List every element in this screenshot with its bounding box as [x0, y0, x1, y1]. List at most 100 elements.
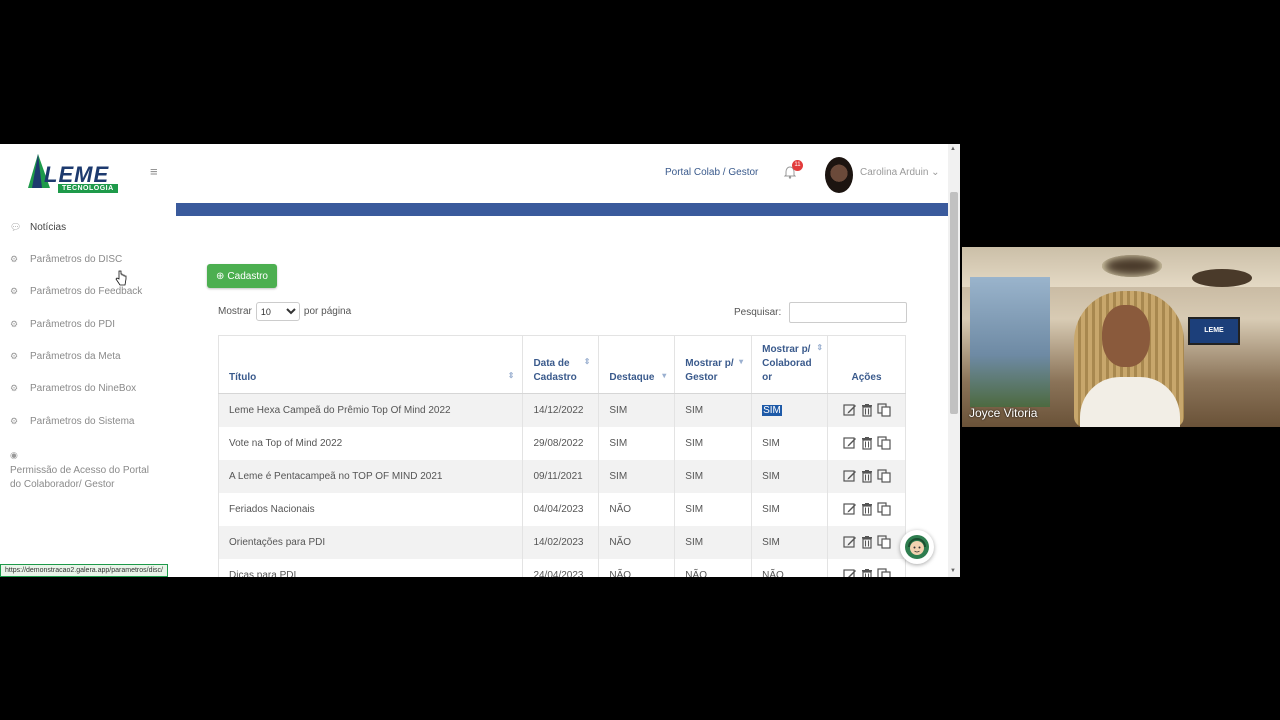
sidebar-item-label-line2: do Colaborador/ Gestor	[10, 479, 115, 490]
per-page-label: por página	[303, 306, 352, 317]
cell-date: 14/02/2023	[522, 525, 600, 559]
copy-icon[interactable]	[876, 502, 891, 516]
trash-icon[interactable]	[860, 535, 874, 549]
video-tv-logo-text: LEME	[1204, 327, 1224, 334]
per-page-select[interactable]: 10	[255, 302, 300, 321]
trash-icon[interactable]	[860, 469, 874, 483]
cell-collab: SIM	[751, 393, 829, 427]
column-collab-label-2: Colaborad	[762, 358, 812, 369]
cell-highlight-text: SIM	[609, 470, 628, 482]
row-actions	[838, 568, 895, 577]
cell-manager-text: SIM	[685, 470, 704, 482]
sidebar-item-label: Parâmetros do Feedback	[30, 286, 143, 297]
notification-badge: 11	[792, 160, 803, 171]
edit-icon[interactable]	[842, 469, 857, 483]
edit-icon[interactable]	[842, 568, 857, 577]
video-window-city	[970, 277, 1050, 407]
cell-date-text: 24/04/2023	[533, 569, 584, 578]
column-header-date[interactable]: Data de Cadastro ⇕	[522, 335, 600, 394]
help-chat-button[interactable]	[900, 530, 934, 564]
app-window: LEME TECNOLOGIA ≡ Portal Colab / Gestor …	[0, 144, 960, 577]
video-ceiling-light	[1192, 269, 1252, 287]
copy-icon[interactable]	[876, 535, 891, 549]
video-participant-tile[interactable]: LEME Joyce Vitoria	[962, 247, 1280, 427]
cell-highlight: SIM	[598, 393, 676, 427]
row-actions	[838, 436, 895, 450]
search-input[interactable]	[789, 302, 908, 323]
sidebar-item-noticias[interactable]: 💬︎ Notícias	[10, 222, 66, 233]
cell-highlight: NÃO	[598, 525, 676, 559]
sidebar-item-sistema[interactable]: ⚙ Parâmetros do Sistema	[10, 416, 135, 427]
cell-highlight-text: SIM	[609, 437, 628, 449]
column-header-actions: Ações	[827, 335, 906, 394]
sidebar-item-ninebox[interactable]: ⚙ Parametros do NineBox	[10, 383, 136, 394]
cell-highlight: SIM	[598, 459, 676, 493]
copy-icon[interactable]	[876, 568, 891, 577]
video-person-face	[1102, 305, 1150, 367]
row-actions	[838, 535, 895, 549]
trash-icon[interactable]	[860, 568, 874, 577]
cell-manager: SIM	[674, 459, 753, 493]
page-scrollbar[interactable]: ▲ ▼	[948, 144, 960, 577]
sort-icon: ⇕	[583, 357, 591, 366]
row-actions	[838, 403, 895, 417]
sidebar-item-label-line1: Permissão de Acesso do Portal	[10, 465, 149, 476]
copy-icon[interactable]	[876, 403, 891, 417]
cell-highlight-text: NÃO	[609, 503, 632, 515]
scrollbar-thumb[interactable]	[950, 192, 958, 414]
gears-icon: ⚙	[10, 416, 19, 426]
cell-date: 24/04/2023	[522, 558, 600, 578]
scroll-up-arrow-icon[interactable]: ▲	[950, 146, 956, 152]
user-menu[interactable]: Carolina Arduin ⌄	[860, 167, 940, 178]
cell-highlight: SIM	[598, 426, 676, 460]
sidebar-item-feedback[interactable]: ⚙ Parâmetros do Feedback	[10, 286, 142, 297]
chevron-down-icon: ⌄	[931, 167, 940, 178]
column-header-highlight[interactable]: Destaque ▾	[598, 335, 676, 394]
table-row: Leme Hexa Campeã do Prêmio Top Of Mind 2…	[217, 393, 906, 427]
hamburger-menu-icon[interactable]: ≡	[150, 165, 162, 178]
cell-title: Feriados Nacionais	[217, 492, 524, 526]
row-actions	[838, 469, 895, 483]
column-header-title[interactable]: Título ⇕	[217, 335, 524, 394]
cell-actions	[827, 558, 906, 577]
column-date-label-1: Data de	[533, 358, 570, 369]
trash-icon[interactable]	[860, 502, 874, 516]
avatar[interactable]	[825, 157, 853, 193]
cell-manager: NÃO	[674, 558, 753, 577]
trash-icon[interactable]	[860, 403, 874, 417]
cell-highlight: NÃO	[598, 558, 676, 577]
scroll-down-arrow-icon[interactable]: ▼	[950, 568, 956, 574]
search-label: Pesquisar:	[734, 307, 782, 318]
sidebar-item-disc[interactable]: ⚙ Parâmetros do DISC	[10, 254, 122, 265]
cell-title-text: Feriados Nacionais	[229, 503, 315, 515]
page-header-bar	[176, 203, 948, 216]
cell-manager-text: SIM	[685, 404, 704, 416]
leme-logo[interactable]: LEME TECNOLOGIA	[24, 154, 126, 196]
edit-icon[interactable]	[842, 403, 857, 417]
sidebar-item-pdi[interactable]: ⚙ Parâmetros do PDI	[10, 319, 115, 330]
show-label: Mostrar	[218, 306, 252, 317]
column-header-manager[interactable]: Mostrar p/ ▾ Gestor	[674, 335, 753, 394]
sidebar-item-portal-access[interactable]: ◉ Permissão de Acesso do Portal do Colab…	[10, 448, 149, 492]
edit-icon[interactable]	[842, 436, 857, 450]
table-row: Orientações para PDI 14/02/2023 NÃO SIM SIM	[217, 525, 906, 559]
sidebar-item-meta[interactable]: ⚙ Parâmetros da Meta	[10, 351, 121, 362]
plus-circle-icon: ⊕	[216, 270, 225, 282]
edit-icon[interactable]	[842, 535, 857, 549]
cell-title: Orientações para PDI	[217, 525, 524, 559]
row-actions	[838, 502, 895, 516]
add-cadastro-button[interactable]: ⊕ Cadastro	[207, 264, 277, 288]
table-row: Vote na Top of Mind 2022 29/08/2022 SIM SIM…	[217, 426, 906, 460]
cell-actions	[827, 525, 906, 559]
portal-link[interactable]: Portal Colab / Gestor	[665, 167, 758, 178]
column-header-collab[interactable]: Mostrar p/Colaborad or ⇕	[751, 335, 829, 394]
video-ceiling-light	[1102, 255, 1162, 277]
trash-icon[interactable]	[860, 436, 874, 450]
cell-collab: SIM	[751, 525, 829, 559]
sort-desc-icon: ▾	[739, 357, 744, 366]
copy-icon[interactable]	[876, 469, 891, 483]
column-title-label: Título	[229, 372, 257, 383]
sidebar-item-label: Parametros do NineBox	[30, 383, 137, 394]
copy-icon[interactable]	[876, 436, 891, 450]
edit-icon[interactable]	[842, 502, 857, 516]
